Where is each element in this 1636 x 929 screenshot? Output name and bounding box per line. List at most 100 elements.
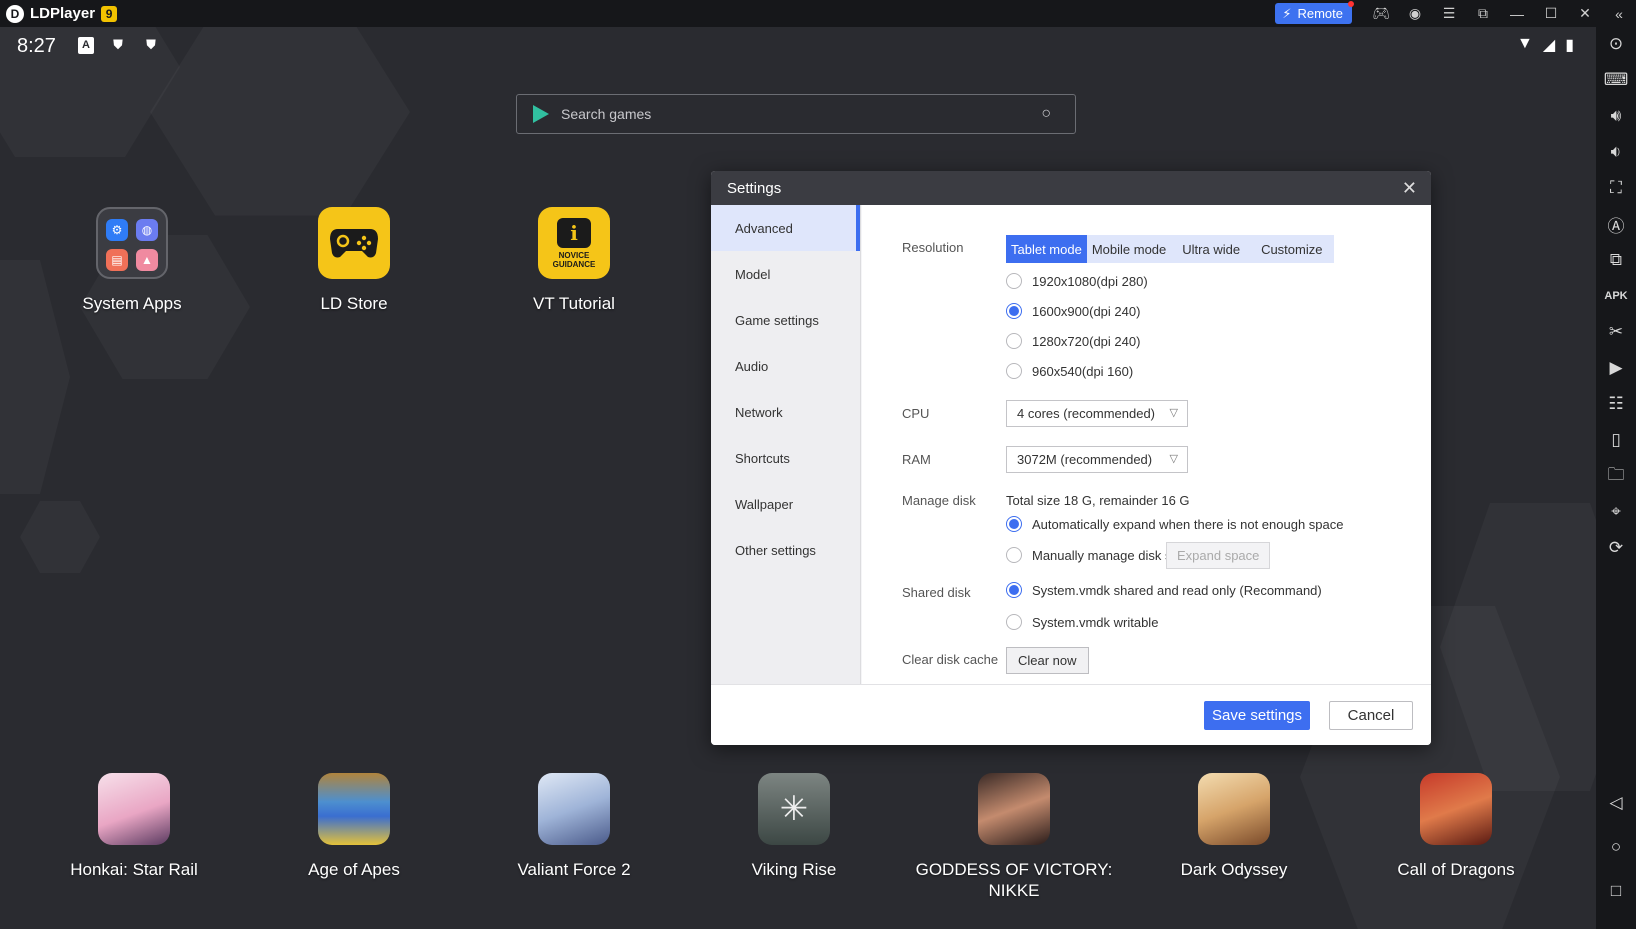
shared-disk-writable-option[interactable]: System.vmdk writable (1006, 614, 1158, 630)
volume-down-icon[interactable]: 🔉︎ (1596, 137, 1636, 167)
disk-manual-option[interactable]: Manually manage disk size (1006, 547, 1188, 563)
shared-disk-writable-label: System.vmdk writable (1032, 614, 1159, 630)
remote-button[interactable]: ⚡ Remote (1275, 1, 1354, 24)
radio-button[interactable] (1006, 303, 1022, 319)
maximize-icon[interactable]: ☐ (1534, 0, 1568, 27)
radio-button[interactable] (1006, 614, 1022, 630)
app-call-of-dragons[interactable]: Call of Dragons (1376, 773, 1536, 880)
video-icon[interactable]: ▶ (1596, 353, 1636, 383)
resolution-option-label: 960x540(dpi 160) (1032, 363, 1134, 379)
resolution-option[interactable]: 1600x900(dpi 240) (1006, 303, 1140, 319)
expand-space-button[interactable]: Expand space (1166, 542, 1271, 569)
operation-record-icon[interactable]: ⊙ (1596, 29, 1636, 59)
tab-ultra-wide[interactable]: Ultra wide (1171, 235, 1251, 263)
shared-disk-readonly-option[interactable]: System.vmdk shared and read only (Recomm… (1006, 582, 1322, 598)
app-label: Dark Odyssey (1180, 860, 1288, 879)
gamepad-icon[interactable]: 🎮︎ (1364, 0, 1398, 27)
folder-icon[interactable]: 🗀 (1596, 461, 1636, 491)
tab-mobile-mode[interactable]: Mobile mode (1087, 235, 1171, 263)
cpu-label: CPU (902, 406, 930, 421)
radio-button[interactable] (1006, 273, 1022, 289)
nav-advanced[interactable]: Advanced (711, 205, 860, 251)
menu-icon[interactable]: ☰ (1432, 0, 1466, 27)
disk-auto-expand-label: Automatically expand when there is not e… (1032, 516, 1344, 532)
rune-icon: ✳ (779, 790, 809, 828)
save-settings-button[interactable]: Save settings (1204, 701, 1310, 730)
app-honkai-star-rail[interactable]: Honkai: Star Rail (54, 773, 214, 880)
honkai-star-rail-icon[interactable] (98, 773, 170, 845)
radio-button[interactable] (1006, 363, 1022, 379)
radio-button[interactable] (1006, 547, 1022, 563)
cpu-select[interactable]: 4 cores (recommended) ▽ (1006, 400, 1188, 427)
nav-wallpaper[interactable]: Wallpaper (711, 481, 860, 527)
radio-button[interactable] (1006, 516, 1022, 532)
age-of-apes-icon[interactable] (318, 773, 390, 845)
search-input[interactable]: Search games (561, 106, 1041, 122)
disk-auto-expand-option[interactable]: Automatically expand when there is not e… (1006, 516, 1343, 532)
app-vt-tutorial[interactable]: i NOVICE GUIDANCE VT Tutorial (494, 207, 654, 314)
app-system-apps[interactable]: ⚙ ◍ ▤ ▲ System Apps (52, 207, 212, 314)
app-goddess-of-victory-nikke[interactable]: GODDESS OF VICTORY: NIKKE (916, 773, 1112, 901)
battery-icon: ▮ (1565, 37, 1574, 54)
minimize-icon[interactable]: — (1500, 0, 1534, 27)
rotate-icon[interactable]: ⟳ (1596, 533, 1636, 563)
recents-icon[interactable]: □ (1596, 876, 1636, 906)
app-dark-odyssey[interactable]: Dark Odyssey (1154, 773, 1314, 880)
nav-network[interactable]: Network (711, 389, 860, 435)
system-apps-folder-icon[interactable]: ⚙ ◍ ▤ ▲ (96, 207, 168, 279)
back-icon[interactable]: ◁ (1596, 788, 1636, 818)
nav-audio[interactable]: Audio (711, 343, 860, 389)
ram-select[interactable]: 3072M (recommended) ▽ (1006, 446, 1188, 473)
resolution-option[interactable]: 960x540(dpi 160) (1006, 363, 1133, 379)
search-icon[interactable]: ○ (1041, 105, 1051, 123)
viking-rise-icon[interactable]: ✳ (758, 773, 830, 845)
app-valiant-force-2[interactable]: Valiant Force 2 (494, 773, 654, 880)
app-viking-rise[interactable]: ✳ Viking Rise (714, 773, 874, 880)
resolution-option[interactable]: 1920x1080(dpi 280) (1006, 273, 1148, 289)
app-label: LD Store (320, 294, 388, 313)
tab-tablet-mode[interactable]: Tablet mode (1006, 235, 1087, 263)
shake-icon[interactable]: ▯ (1596, 425, 1636, 455)
ld-store-icon[interactable] (318, 207, 390, 279)
home-icon[interactable]: ○ (1596, 832, 1636, 862)
collapse-icon[interactable]: « (1602, 0, 1636, 27)
close-icon[interactable]: ✕ (1402, 178, 1417, 199)
sync-icon[interactable]: Ⓐ (1596, 209, 1636, 239)
app-ld-store[interactable]: LD Store (274, 207, 434, 314)
restore-icon[interactable]: ⧉ (1466, 0, 1500, 27)
screenshot-icon[interactable]: ⛶ (1596, 173, 1636, 203)
nav-model[interactable]: Model (711, 251, 860, 297)
apk-icon[interactable]: APK (1596, 281, 1636, 311)
app-name: LDPlayer (30, 5, 96, 22)
dark-odyssey-icon[interactable] (1198, 773, 1270, 845)
info-icon: i (557, 217, 591, 248)
app-label: System Apps (82, 294, 182, 313)
search-games-bar[interactable]: Search games ○ (516, 94, 1076, 134)
app-age-of-apes[interactable]: Age of Apes (274, 773, 434, 880)
settings-icon: ⚙ (106, 219, 128, 241)
scissors-icon[interactable]: ✂ (1596, 317, 1636, 347)
location-icon[interactable]: ⌖ (1596, 497, 1636, 527)
nav-shortcuts[interactable]: Shortcuts (711, 435, 860, 481)
dialog-title: Settings (727, 179, 782, 197)
volume-up-icon[interactable]: 🔊︎ (1596, 101, 1636, 131)
radio-button[interactable] (1006, 333, 1022, 349)
chevron-down-icon: ▽ (1169, 407, 1178, 419)
radio-button[interactable] (1006, 582, 1022, 598)
tab-customize[interactable]: Customize (1251, 235, 1334, 263)
keyboard-icon[interactable]: ⌨ (1596, 65, 1636, 95)
account-icon[interactable]: ◉ (1398, 0, 1432, 27)
close-icon[interactable]: ✕ (1568, 0, 1602, 27)
nav-game-settings[interactable]: Game settings (711, 297, 860, 343)
vt-tutorial-icon[interactable]: i NOVICE GUIDANCE (538, 207, 610, 279)
resolution-option[interactable]: 1280x720(dpi 240) (1006, 333, 1140, 349)
multi-instance-icon[interactable]: ⧉ (1596, 245, 1636, 275)
nav-other-settings[interactable]: Other settings (711, 527, 860, 573)
operation-icon[interactable]: ☷ (1596, 389, 1636, 419)
clear-now-button[interactable]: Clear now (1006, 647, 1089, 674)
nikke-icon[interactable] (978, 773, 1050, 845)
call-of-dragons-icon[interactable] (1420, 773, 1492, 845)
valiant-force-2-icon[interactable] (538, 773, 610, 845)
resolution-label: Resolution (902, 240, 964, 255)
cancel-button[interactable]: Cancel (1329, 701, 1413, 730)
